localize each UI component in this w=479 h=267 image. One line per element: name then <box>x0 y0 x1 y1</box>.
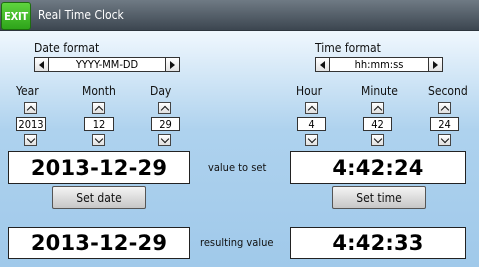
chevron-down-icon <box>160 134 169 143</box>
time-format-next-button[interactable] <box>428 58 442 71</box>
second-down-button[interactable] <box>438 134 451 146</box>
hour-value[interactable]: 4 <box>297 117 326 131</box>
minute-up-button[interactable] <box>371 102 384 114</box>
minute-down-button[interactable] <box>371 134 384 146</box>
chevron-up-icon <box>440 105 449 114</box>
arrow-right-icon <box>433 60 438 69</box>
minute-value[interactable]: 42 <box>363 117 392 131</box>
minute-label: Minute <box>361 84 398 98</box>
month-up-button[interactable] <box>92 102 105 114</box>
chevron-up-icon <box>94 105 103 114</box>
day-label: Day <box>150 84 172 98</box>
time-format-select[interactable]: hh:mm:ss <box>315 57 443 72</box>
date-format-label: Date format <box>34 41 100 55</box>
chevron-up-icon <box>307 105 316 114</box>
resulting-value-label: resulting value <box>200 236 274 249</box>
exit-button[interactable]: EXIT <box>1 2 31 30</box>
day-value[interactable]: 29 <box>151 117 180 131</box>
year-down-button[interactable] <box>24 134 37 146</box>
chevron-down-icon <box>440 134 449 143</box>
arrow-left-icon <box>320 60 325 69</box>
chevron-up-icon <box>26 105 35 114</box>
hour-label: Hour <box>296 84 323 98</box>
year-label: Year <box>16 84 39 98</box>
chevron-down-icon <box>307 134 316 143</box>
chevron-down-icon <box>94 134 103 143</box>
day-down-button[interactable] <box>158 134 171 146</box>
day-up-button[interactable] <box>158 102 171 114</box>
month-value[interactable]: 12 <box>84 117 114 131</box>
chevron-up-icon <box>373 105 382 114</box>
month-label: Month <box>82 84 116 98</box>
second-value[interactable]: 24 <box>430 117 459 131</box>
chevron-down-icon <box>373 134 382 143</box>
date-format-next-button[interactable] <box>165 58 179 71</box>
title-bar: EXIT Real Time Clock <box>0 0 479 31</box>
window-title: Real Time Clock <box>38 8 124 22</box>
time-format-label: Time format <box>315 41 381 55</box>
time-format-value: hh:mm:ss <box>354 58 404 71</box>
hour-up-button[interactable] <box>305 102 318 114</box>
date-format-value: YYYY-MM-DD <box>75 58 139 71</box>
chevron-up-icon <box>160 105 169 114</box>
hour-down-button[interactable] <box>305 134 318 146</box>
resulting-date-display: 2013-12-29 <box>8 227 190 259</box>
year-up-button[interactable] <box>24 102 37 114</box>
time-format-prev-button[interactable] <box>316 58 330 71</box>
set-time-display: 4:42:24 <box>290 151 466 184</box>
arrow-left-icon <box>39 60 44 69</box>
second-up-button[interactable] <box>438 102 451 114</box>
year-value[interactable]: 2013 <box>16 117 46 131</box>
date-format-prev-button[interactable] <box>35 58 49 71</box>
second-label: Second <box>428 84 468 98</box>
month-down-button[interactable] <box>92 134 105 146</box>
arrow-right-icon <box>170 60 175 69</box>
set-time-button[interactable]: Set time <box>332 186 426 209</box>
resulting-time-display: 4:42:33 <box>290 227 466 259</box>
chevron-down-icon <box>26 134 35 143</box>
set-date-button[interactable]: Set date <box>52 186 146 209</box>
set-date-display: 2013-12-29 <box>8 151 190 184</box>
value-to-set-label: value to set <box>208 161 267 174</box>
date-format-select[interactable]: YYYY-MM-DD <box>34 57 180 72</box>
